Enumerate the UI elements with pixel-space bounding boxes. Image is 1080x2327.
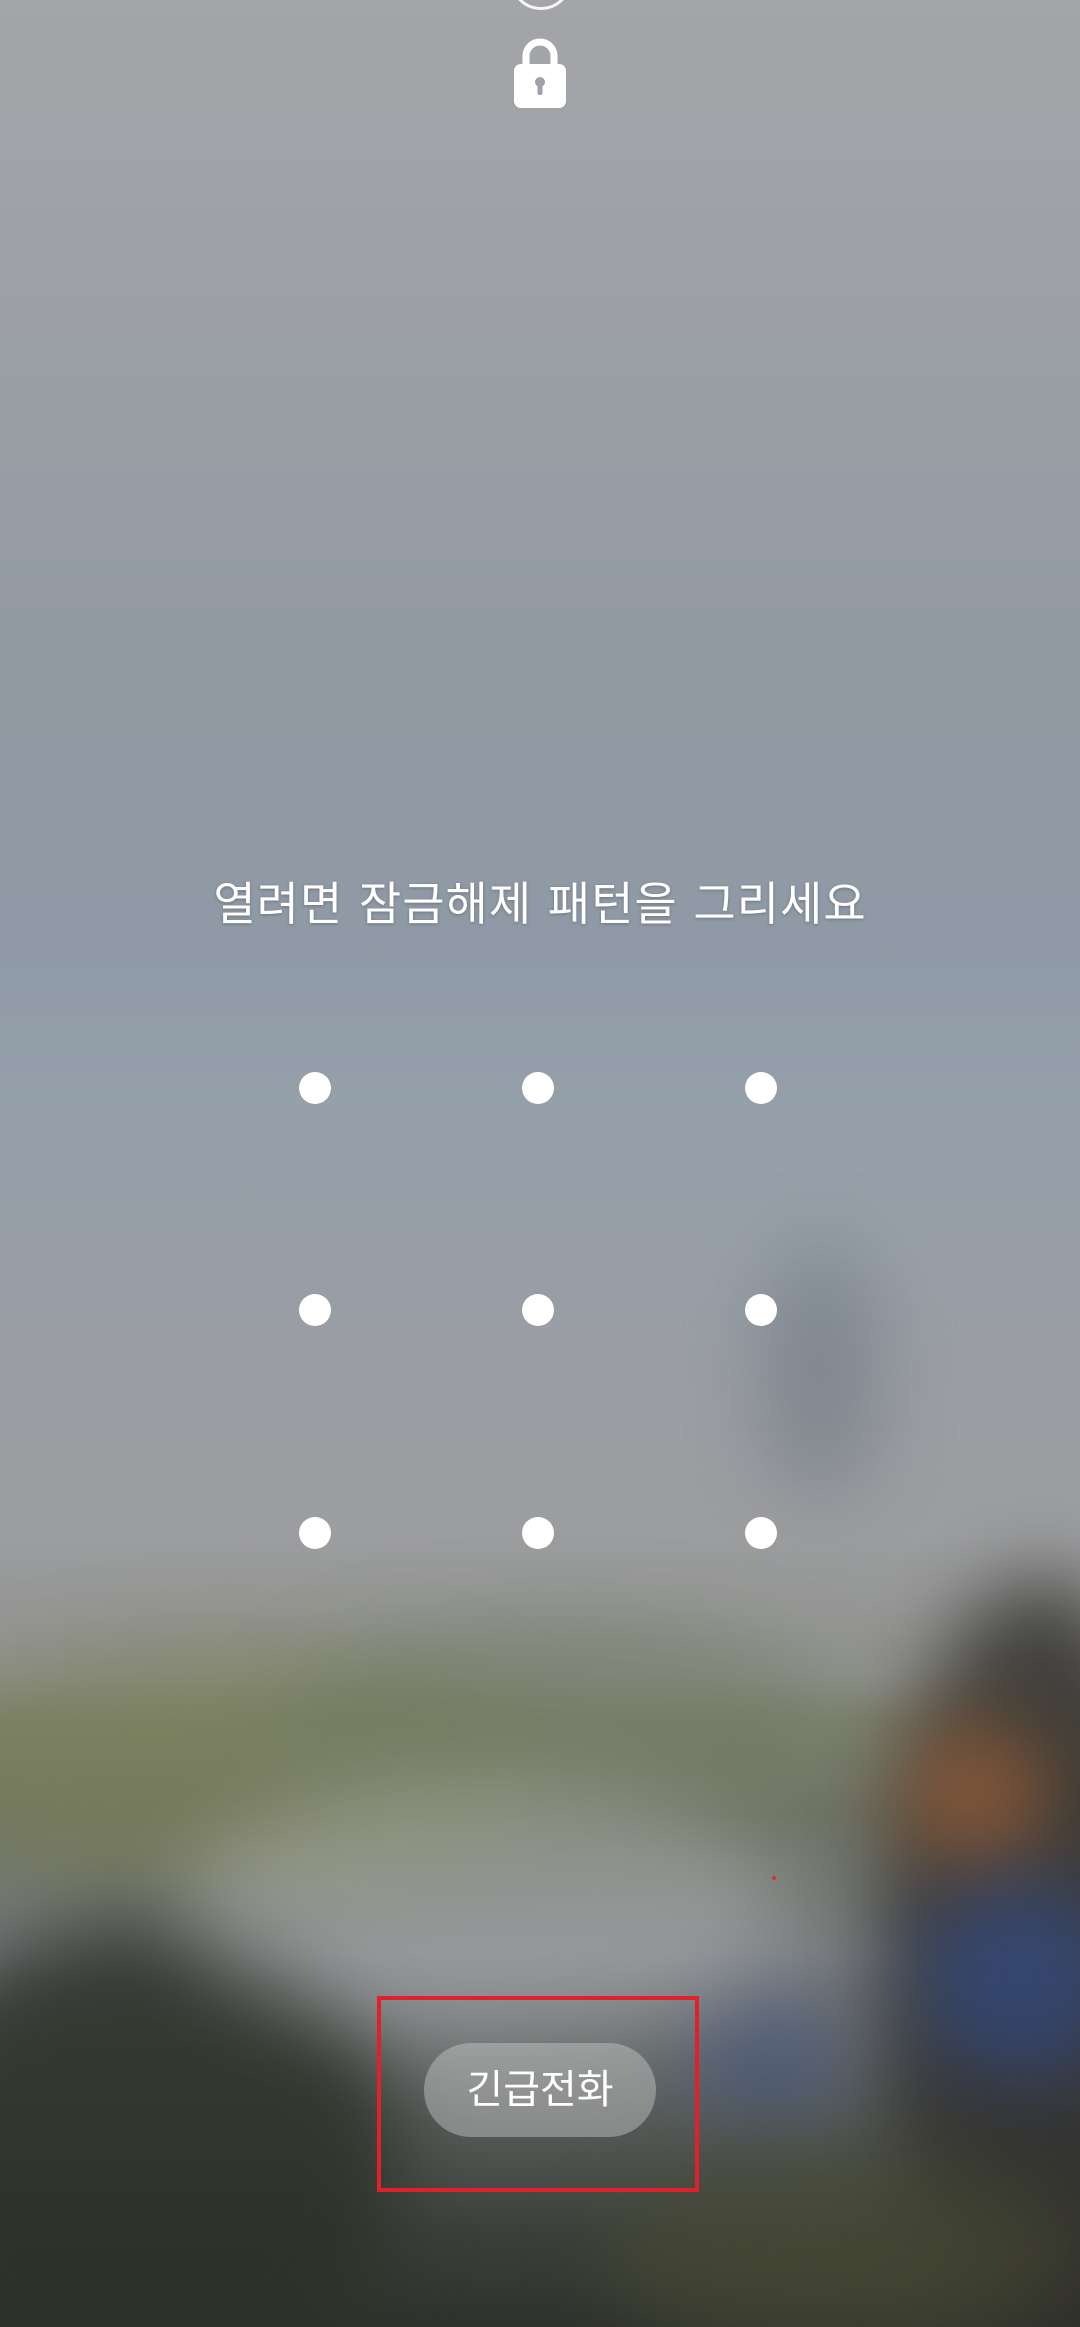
pattern-dot-7[interactable] [299, 1517, 331, 1549]
pattern-dot-2[interactable] [522, 1072, 554, 1104]
pattern-dot-5[interactable] [522, 1294, 554, 1326]
pattern-dot-6[interactable] [745, 1294, 777, 1326]
lock-screen: 열려면 잠금해제 패턴을 그리세요 긴급전화 [0, 0, 1080, 2327]
emergency-call-button[interactable]: 긴급전화 [424, 2043, 656, 2137]
pattern-dot-8[interactable] [522, 1517, 554, 1549]
pattern-dot-4[interactable] [299, 1294, 331, 1326]
pattern-dot-1[interactable] [299, 1072, 331, 1104]
pattern-grid[interactable] [0, 0, 1080, 2327]
pattern-dot-9[interactable] [745, 1517, 777, 1549]
touch-indicator [772, 1876, 776, 1880]
pattern-dot-3[interactable] [745, 1072, 777, 1104]
